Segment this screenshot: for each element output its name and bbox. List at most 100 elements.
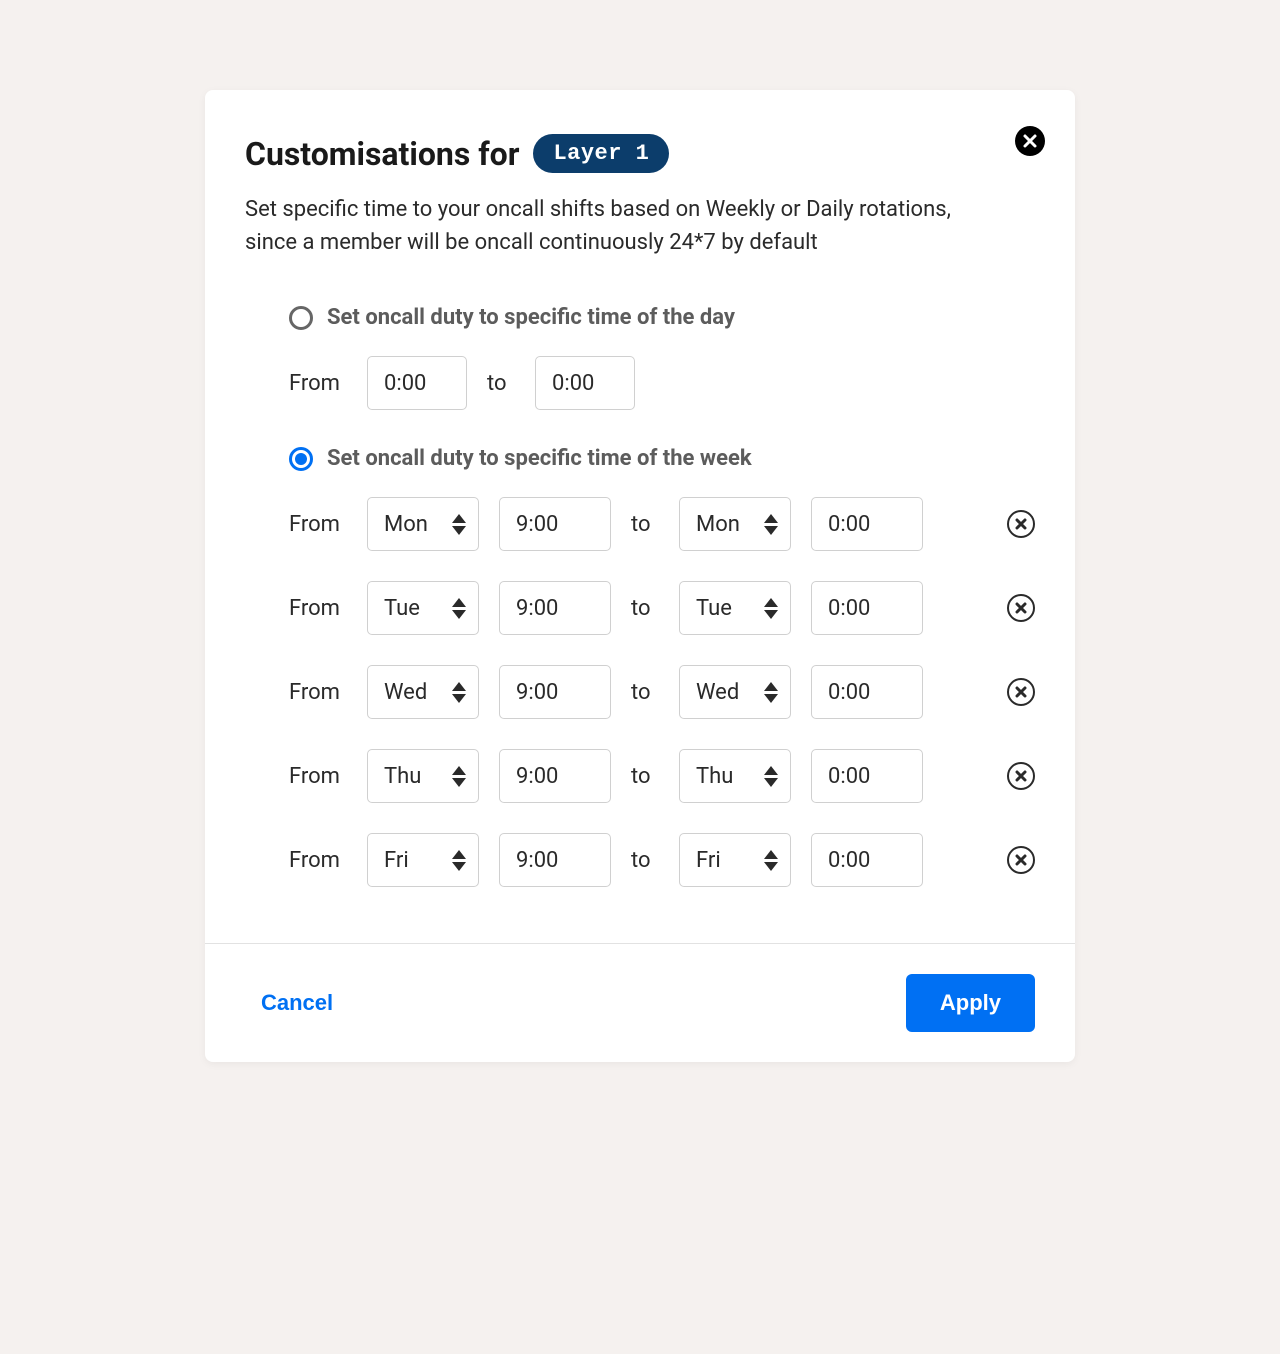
to-label: to [631,848,659,873]
from-label: From [289,596,347,621]
chevron-up-icon[interactable] [764,850,778,859]
chevron-down-icon[interactable] [452,862,466,871]
from-day-value: Fri [384,848,409,873]
chevron-up-icon[interactable] [764,682,778,691]
remove-row-button[interactable] [1007,762,1035,790]
from-label: From [289,680,347,705]
chevron-up-icon[interactable] [764,598,778,607]
option-week-header[interactable]: Set oncall duty to specific time of the … [289,446,1035,471]
chevron-down-icon[interactable] [764,862,778,871]
to-label: to [631,680,659,705]
chevron-down-icon[interactable] [764,526,778,535]
chevron-up-icon[interactable] [452,682,466,691]
to-day-value: Wed [696,680,739,705]
chevron-up-icon[interactable] [764,766,778,775]
to-day-select[interactable]: Tue [679,581,791,635]
spinner-icon [764,766,778,787]
to-label: to [631,764,659,789]
to-time-input[interactable]: 0:00 [811,833,923,887]
to-time-input[interactable]: 0:00 [811,749,923,803]
from-day-value: Mon [384,512,428,537]
spinner-icon [764,682,778,703]
to-day-select[interactable]: Mon [679,497,791,551]
chevron-up-icon[interactable] [452,766,466,775]
from-day-select[interactable]: Mon [367,497,479,551]
from-day-select[interactable]: Wed [367,665,479,719]
chevron-up-icon[interactable] [452,850,466,859]
from-day-value: Wed [384,680,427,705]
day-time-row: From 0:00 to 0:00 [289,356,1035,410]
option-day-section: Set oncall duty to specific time of the … [245,305,1035,410]
chevron-down-icon[interactable] [764,778,778,787]
customisations-modal: Customisations for Layer 1 Set specific … [205,90,1075,1062]
spinner-icon [452,766,466,787]
week-time-row: From Mon 9:00 to Mon 0:00 [289,497,1035,551]
spinner-icon [452,598,466,619]
remove-row-button[interactable] [1007,510,1035,538]
from-label: From [289,512,347,537]
close-button[interactable] [1015,126,1045,156]
from-time-input[interactable]: 9:00 [499,497,611,551]
from-label: From [289,764,347,789]
to-time-input[interactable]: 0:00 [811,665,923,719]
option-day-header[interactable]: Set oncall duty to specific time of the … [289,305,1035,330]
to-day-select[interactable]: Fri [679,833,791,887]
chevron-down-icon[interactable] [764,694,778,703]
description-text: Set specific time to your oncall shifts … [245,193,985,259]
to-time-input[interactable]: 0:00 [811,581,923,635]
to-day-value: Thu [696,764,733,789]
to-label: to [487,371,515,396]
modal-footer: Cancel Apply [205,943,1075,1062]
chevron-down-icon[interactable] [764,610,778,619]
spinner-icon [764,850,778,871]
from-day-select[interactable]: Tue [367,581,479,635]
chevron-down-icon[interactable] [452,610,466,619]
chevron-up-icon[interactable] [452,514,466,523]
from-day-value: Tue [384,596,420,621]
layer-badge: Layer 1 [533,134,669,173]
day-to-time-input[interactable]: 0:00 [535,356,635,410]
to-day-value: Mon [696,512,740,537]
chevron-down-icon[interactable] [452,778,466,787]
header-title: Customisations for [245,135,519,173]
remove-icon [1015,854,1027,866]
option-day-label: Set oncall duty to specific time of the … [327,305,735,330]
chevron-up-icon[interactable] [764,514,778,523]
spinner-icon [764,514,778,535]
spinner-icon [452,850,466,871]
remove-icon [1015,602,1027,614]
chevron-down-icon[interactable] [452,694,466,703]
remove-row-button[interactable] [1007,846,1035,874]
chevron-up-icon[interactable] [452,598,466,607]
option-week-label: Set oncall duty to specific time of the … [327,446,752,471]
radio-day[interactable] [289,306,313,330]
from-day-select[interactable]: Thu [367,749,479,803]
remove-icon [1015,518,1027,530]
from-time-input[interactable]: 9:00 [499,665,611,719]
modal-content: Customisations for Layer 1 Set specific … [205,90,1075,943]
from-day-select[interactable]: Fri [367,833,479,887]
week-time-row: From Wed 9:00 to Wed 0:00 [289,665,1035,719]
remove-icon [1015,770,1027,782]
remove-row-button[interactable] [1007,678,1035,706]
from-label: From [289,371,347,396]
close-icon [1022,133,1038,149]
to-time-input[interactable]: 0:00 [811,497,923,551]
from-time-input[interactable]: 9:00 [499,833,611,887]
remove-row-button[interactable] [1007,594,1035,622]
week-time-row: From Tue 9:00 to Tue 0:00 [289,581,1035,635]
to-day-value: Fri [696,848,721,873]
week-time-row: From Fri 9:00 to Fri 0:00 [289,833,1035,887]
to-label: to [631,596,659,621]
from-label: From [289,848,347,873]
to-day-select[interactable]: Wed [679,665,791,719]
cancel-button[interactable]: Cancel [261,990,333,1016]
to-day-select[interactable]: Thu [679,749,791,803]
spinner-icon [452,682,466,703]
apply-button[interactable]: Apply [906,974,1035,1032]
chevron-down-icon[interactable] [452,526,466,535]
day-from-time-input[interactable]: 0:00 [367,356,467,410]
radio-week[interactable] [289,447,313,471]
from-time-input[interactable]: 9:00 [499,581,611,635]
from-time-input[interactable]: 9:00 [499,749,611,803]
